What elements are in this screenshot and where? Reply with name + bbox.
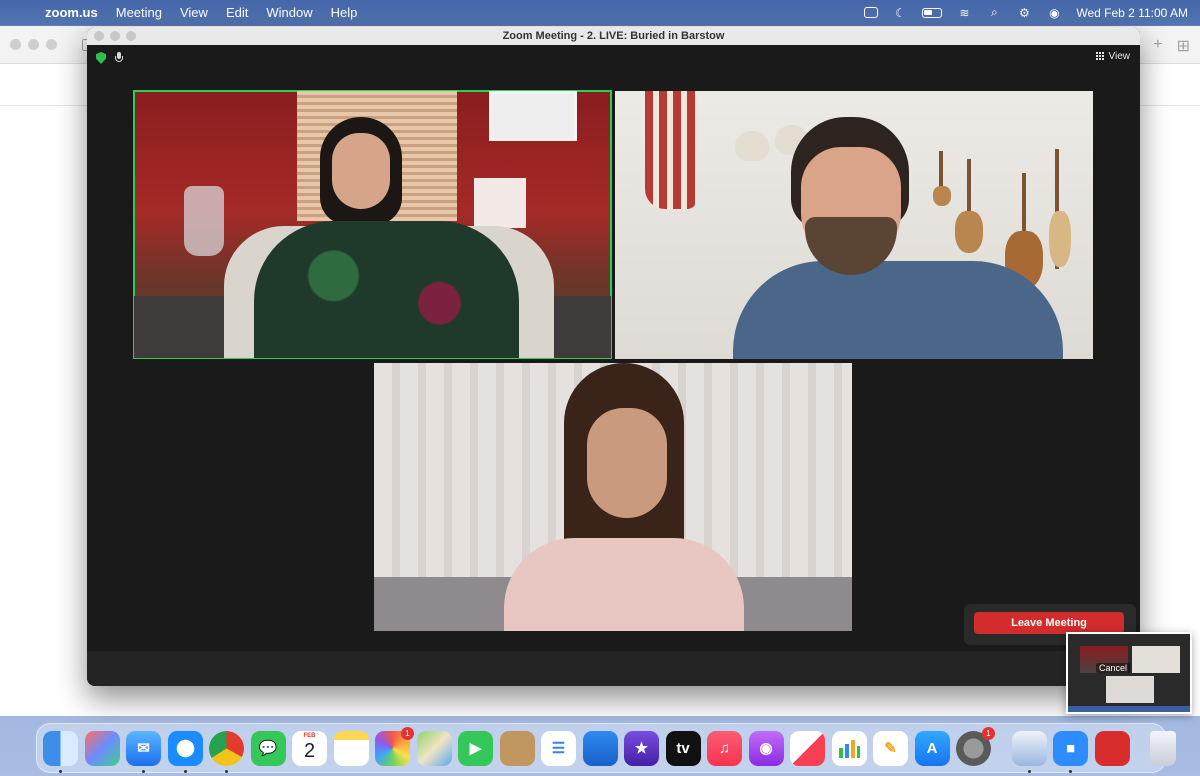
gallery-grid-icon [1095,52,1105,61]
mini-meeting-preview[interactable]: Cancel [1066,632,1192,714]
photos-icon[interactable]: 1 [375,726,414,766]
participant-video-1[interactable] [133,90,612,359]
numbers-bars [839,740,860,758]
wifi-icon[interactable]: ≋ [956,6,972,20]
keynote-icon[interactable] [582,730,618,766]
siri-icon[interactable]: ◉ [1046,6,1062,20]
minimize-icon[interactable] [110,31,120,41]
minimize-icon[interactable] [28,39,39,50]
guitar [955,211,983,253]
ukulele [933,186,951,206]
menu-meeting[interactable]: Meeting [107,5,171,20]
view-button[interactable]: View [1095,51,1131,62]
menu-window[interactable]: Window [257,5,321,20]
apple-tv-label: tv [676,739,690,757]
microphone-icon[interactable] [115,52,123,64]
numbers-icon[interactable] [831,730,867,766]
zoom-window-icon[interactable] [46,39,57,50]
reminders-icon[interactable]: ☰ [541,730,576,766]
participant-video-3[interactable] [374,363,852,631]
menu-bar: zoom.us Meeting View Edit Window Help ☾ … [0,0,1200,25]
skull-decor [735,131,769,161]
zoom-title-bar: Zoom Meeting - 2. LIVE: Buried in Barsto… [87,27,1140,45]
news-icon[interactable] [790,730,825,766]
zoom-meeting-window: Zoom Meeting - 2. LIVE: Buried in Barsto… [87,27,1140,686]
participant-face [332,133,390,209]
calendar-month: FEB [303,732,316,739]
gift-box [474,178,526,228]
finder-icon[interactable] [43,730,78,773]
apple-tv-icon[interactable]: tv [665,730,701,766]
menu-app-name[interactable]: zoom.us [36,5,107,20]
fullscreen-icon[interactable] [126,31,136,41]
photos-badge: 1 [401,726,414,740]
dock: ✉ 💬 FEB 2 1 ▶ ☰ ★ tv ♫ ◉ ✎ A 1 ■ [36,723,1176,773]
photo-booth-icon[interactable] [1094,730,1130,766]
contacts-icon[interactable] [499,730,535,766]
encryption-shield-icon[interactable] [96,52,106,64]
menu-view[interactable]: View [171,5,217,20]
participant-face [587,408,667,518]
participant-body [733,261,1063,359]
facetime-icon[interactable]: ▶ [458,730,493,766]
imovie-icon[interactable]: ★ [624,730,659,766]
menu-help[interactable]: Help [322,5,367,20]
window-title: Zoom Meeting - 2. LIVE: Buried in Barsto… [502,30,725,42]
control-center-icon[interactable]: ⚙ [1016,6,1032,20]
wall-frame [489,91,577,141]
close-icon[interactable] [94,31,104,41]
podcasts-icon[interactable]: ◉ [748,730,784,766]
view-label: View [1108,51,1131,62]
hanging-flag [645,91,697,209]
music-icon[interactable]: ♫ [707,730,742,766]
glass-vase [184,186,224,256]
trash-icon[interactable] [1150,730,1176,766]
leave-meeting-button[interactable]: Leave Meeting [974,612,1124,634]
participant-body [504,538,744,631]
close-icon[interactable] [10,39,21,50]
guitar [1049,211,1071,267]
battery-icon[interactable] [922,7,943,18]
mini-video-3 [1106,676,1154,703]
maps-icon[interactable] [416,730,452,766]
video-gallery: View [87,45,1140,651]
safari-icon[interactable] [167,730,203,773]
app-store-icon[interactable]: A [914,730,950,766]
settings-badge: 1 [982,726,995,740]
participant-video-2[interactable] [615,91,1093,359]
menu-edit[interactable]: Edit [217,5,257,20]
notes-icon[interactable] [333,730,369,766]
messages-icon[interactable]: 💬 [250,730,286,766]
moon-icon[interactable]: ☾ [892,6,908,20]
new-tab-icon[interactable]: + [1153,36,1162,56]
calendar-day: 2 [303,739,316,762]
meeting-controls-bar [87,651,1140,686]
system-preferences-icon[interactable]: 1 [956,726,995,766]
preview-icon[interactable] [1011,730,1047,773]
mini-cancel-label[interactable]: Cancel [1096,663,1131,673]
tab-overview-icon[interactable]: ⊞ [1177,36,1190,56]
launchpad-icon[interactable] [84,730,120,766]
mail-icon[interactable]: ✉ [126,730,161,773]
mini-preview-bar [1068,706,1190,712]
calendar-icon[interactable]: FEB 2 [292,730,327,766]
zoom-status-icon[interactable] [864,7,879,18]
menubar-clock[interactable]: Wed Feb 2 11:00 AM [1076,6,1188,20]
status-area: ☾ ≋ ⌕ ⚙ ◉ Wed Feb 2 11:00 AM [864,5,1200,20]
search-icon[interactable]: ⌕ [986,5,1002,19]
mini-video-2 [1132,646,1180,673]
participant-body [254,221,519,358]
background-window-actions: + ⊞ [1153,36,1190,56]
pages-icon[interactable]: ✎ [873,730,908,766]
zoom-icon[interactable]: ■ [1053,730,1088,773]
chrome-icon[interactable] [209,730,244,773]
window-controls [94,31,136,41]
